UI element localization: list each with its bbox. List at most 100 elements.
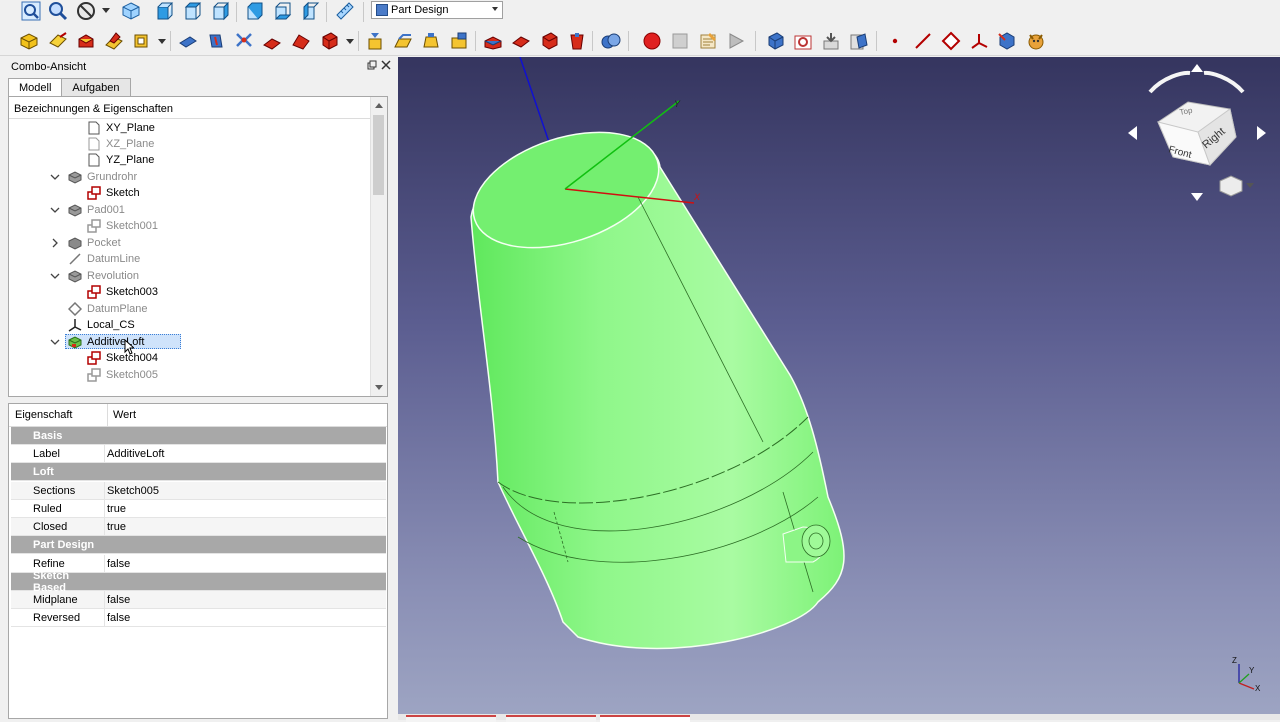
left-view-icon[interactable] (300, 0, 322, 22)
navigation-cube[interactable]: Front Right Top (1128, 64, 1266, 201)
shape-builder-icon[interactable] (996, 30, 1018, 52)
pad-icon[interactable] (364, 30, 386, 52)
rear-view-icon[interactable] (244, 0, 266, 22)
execute-macro-icon[interactable] (725, 30, 747, 52)
document-tab-active[interactable] (600, 715, 690, 722)
property-row-reversed[interactable]: Reversed false (11, 608, 386, 627)
local-coordinate-system-icon[interactable] (261, 30, 283, 52)
navcube-menu-icon[interactable] (1219, 175, 1243, 197)
tree-item-sketch[interactable]: Sketch (87, 185, 140, 201)
chevron-right-icon[interactable] (50, 238, 60, 248)
side-boss-face[interactable] (801, 524, 831, 558)
revolution-icon[interactable] (392, 30, 414, 52)
workbench-selector[interactable]: Part Design (371, 1, 503, 19)
property-value[interactable]: Sketch005 (105, 485, 159, 497)
tree-item-local-cs[interactable]: Local_CS (68, 317, 135, 333)
tree-item-revolution[interactable]: Revolution (68, 268, 139, 284)
group-icon[interactable] (792, 30, 814, 52)
document-tab[interactable] (406, 715, 496, 722)
chevron-down-icon[interactable] (50, 205, 60, 215)
tree-item-xy-plane[interactable]: XY_Plane (87, 120, 155, 136)
line-icon[interactable] (912, 30, 934, 52)
coordinate-system-icon[interactable] (968, 30, 990, 52)
map-sketch-icon[interactable] (103, 30, 125, 52)
property-value[interactable]: false (105, 594, 130, 606)
clone-icon[interactable] (131, 30, 153, 52)
chevron-down-icon[interactable] (158, 39, 166, 45)
addon-icon[interactable] (1025, 30, 1047, 52)
property-row-label[interactable]: Label AdditiveLoft (11, 444, 386, 463)
fit-selection-icon[interactable] (47, 0, 69, 22)
create-body-icon[interactable] (18, 30, 40, 52)
datum-plane-icon[interactable] (177, 30, 199, 52)
property-row-sections[interactable]: Sections Sketch005 (11, 481, 386, 500)
tree-item-pocket[interactable]: Pocket (68, 235, 121, 251)
tree-item-datumline[interactable]: DatumLine (68, 251, 140, 267)
subtractive-loft-icon[interactable] (566, 30, 588, 52)
property-group-loft[interactable]: Loft (11, 463, 386, 481)
part-icon[interactable] (764, 30, 786, 52)
link-icon[interactable] (820, 30, 842, 52)
property-group-part-design[interactable]: Part Design (11, 536, 386, 554)
chevron-down-icon[interactable] (50, 271, 60, 281)
tree-item-sketch001[interactable]: Sketch001 (87, 218, 158, 234)
property-value[interactable]: AdditiveLoft (105, 448, 164, 460)
stop-macro-icon[interactable] (669, 30, 691, 52)
panel-splitter[interactable] (393, 57, 397, 720)
top-view-icon[interactable] (182, 0, 204, 22)
sub-shape-binder-icon[interactable] (318, 30, 340, 52)
tree-item-yz-plane[interactable]: YZ_Plane (87, 152, 154, 168)
scroll-up-icon[interactable] (375, 103, 383, 108)
document-tab[interactable] (506, 715, 596, 722)
tree-item-sketch004[interactable]: Sketch004 (87, 350, 158, 366)
front-view-icon[interactable] (154, 0, 176, 22)
arrow-up-icon[interactable] (1191, 64, 1203, 72)
tree-scrollbar[interactable] (370, 97, 387, 396)
datum-point-icon[interactable] (233, 30, 255, 52)
boolean-icon[interactable] (600, 30, 622, 52)
plane-icon[interactable] (940, 30, 962, 52)
additive-pipe-icon[interactable] (448, 30, 470, 52)
property-row-ruled[interactable]: Ruled true (11, 499, 386, 518)
chevron-down-icon[interactable] (50, 337, 60, 347)
record-macro-icon[interactable] (641, 30, 663, 52)
create-sketch-icon[interactable] (47, 30, 69, 52)
property-value[interactable]: true (105, 521, 126, 533)
point-icon[interactable] (884, 30, 906, 52)
scroll-thumb[interactable] (373, 115, 384, 195)
pocket-icon[interactable] (482, 30, 504, 52)
tab-aufgaben[interactable]: Aufgaben (61, 78, 131, 96)
shape-binder-icon[interactable] (290, 30, 312, 52)
tree-item-datumplane[interactable]: DatumPlane (68, 301, 148, 317)
additive-loft-icon[interactable] (420, 30, 442, 52)
isometric-view-icon[interactable] (120, 0, 142, 22)
scroll-down-icon[interactable] (375, 385, 383, 390)
chevron-down-icon[interactable] (1246, 183, 1254, 188)
datum-line-icon[interactable] (205, 30, 227, 52)
float-panel-icon[interactable] (367, 60, 377, 70)
property-value[interactable]: false (105, 558, 130, 570)
rotate-right-icon[interactable] (1203, 70, 1245, 94)
tree-item-grundrohr[interactable]: Grundrohr (68, 169, 137, 185)
close-icon[interactable] (381, 60, 391, 70)
bottom-view-icon[interactable] (272, 0, 294, 22)
import-icon[interactable] (848, 30, 870, 52)
property-group-sketch-based[interactable]: Sketch Based (11, 570, 386, 594)
rotate-left-icon[interactable] (1148, 70, 1191, 94)
arrow-right-icon[interactable] (1257, 126, 1266, 140)
chevron-down-icon[interactable] (102, 8, 110, 14)
macros-icon[interactable] (697, 30, 719, 52)
arrow-down-icon[interactable] (1191, 193, 1203, 201)
right-view-icon[interactable] (210, 0, 232, 22)
property-row-midplane[interactable]: Midplane false (11, 590, 386, 609)
property-group-basis[interactable]: Basis (11, 427, 386, 445)
property-value[interactable]: true (105, 503, 126, 515)
measure-icon[interactable] (334, 0, 356, 22)
fit-all-icon[interactable] (20, 0, 42, 22)
arrow-left-icon[interactable] (1128, 126, 1137, 140)
tab-modell[interactable]: Modell (8, 78, 63, 97)
tree-item-xz-plane[interactable]: XZ_Plane (87, 136, 154, 152)
document-tabs[interactable] (398, 714, 1280, 722)
property-value[interactable]: false (105, 612, 130, 624)
groove-icon[interactable] (538, 30, 560, 52)
